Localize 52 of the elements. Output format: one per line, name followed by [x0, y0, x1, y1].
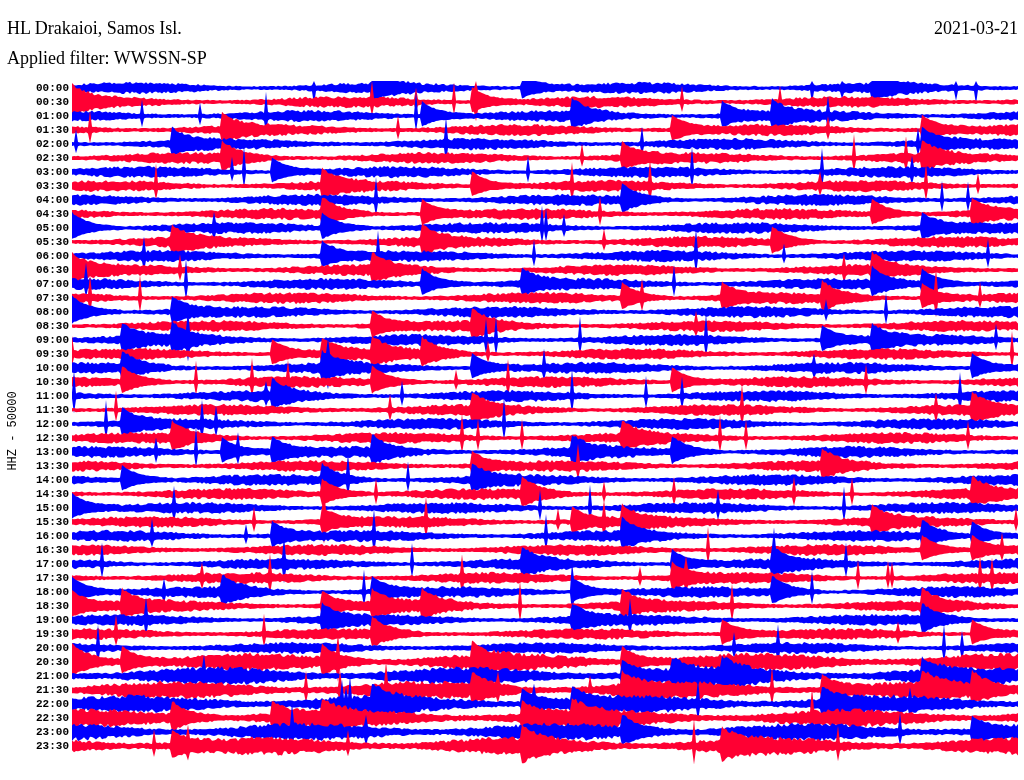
time-label: 23:30: [36, 739, 69, 753]
time-label: 16:30: [36, 543, 69, 557]
time-label: 10:30: [36, 375, 69, 389]
time-label: 11:30: [36, 403, 69, 417]
time-label: 05:00: [36, 221, 69, 235]
time-label: 00:00: [36, 81, 69, 95]
time-label: 01:30: [36, 123, 69, 137]
time-label: 07:00: [36, 277, 69, 291]
time-label: 14:00: [36, 473, 69, 487]
time-label: 05:30: [36, 235, 69, 249]
time-label: 15:00: [36, 501, 69, 515]
time-label: 19:00: [36, 613, 69, 627]
time-label: 20:00: [36, 641, 69, 655]
time-label: 23:00: [36, 725, 69, 739]
time-label: 21:00: [36, 669, 69, 683]
time-label: 07:30: [36, 291, 69, 305]
time-label: 10:00: [36, 361, 69, 375]
axis-label: HHZ - 50000: [5, 390, 21, 471]
time-label: 08:30: [36, 319, 69, 333]
time-label: 02:00: [36, 137, 69, 151]
time-label: 09:00: [36, 333, 69, 347]
time-label: 13:00: [36, 445, 69, 459]
time-label: 16:00: [36, 529, 69, 543]
time-label: 02:30: [36, 151, 69, 165]
time-label: 01:00: [36, 109, 69, 123]
time-label: 13:30: [36, 459, 69, 473]
time-label: 20:30: [36, 655, 69, 669]
time-label: 18:00: [36, 585, 69, 599]
time-label: 14:30: [36, 487, 69, 501]
time-label: 19:30: [36, 627, 69, 641]
time-label: 17:30: [36, 571, 69, 585]
time-label: 12:00: [36, 417, 69, 431]
time-label: 22:30: [36, 711, 69, 725]
time-label: 09:30: [36, 347, 69, 361]
plot-date: 2021-03-21: [934, 18, 1018, 38]
time-label: 15:30: [36, 515, 69, 529]
time-label: 06:30: [36, 263, 69, 277]
time-label: 00:30: [36, 95, 69, 109]
time-label: 22:00: [36, 697, 69, 711]
time-label: 11:00: [36, 389, 69, 403]
time-label: 04:30: [36, 207, 69, 221]
time-label: 18:30: [36, 599, 69, 613]
time-label: 04:00: [36, 193, 69, 207]
time-label: 21:30: [36, 683, 69, 697]
time-label: 08:00: [36, 305, 69, 319]
time-label: 03:00: [36, 165, 69, 179]
filter-label: Applied filter: WWSSN-SP: [7, 48, 207, 68]
time-label: 17:00: [36, 557, 69, 571]
plot-title: HL Drakaioi, Samos Isl.: [7, 18, 183, 38]
time-label: 03:30: [36, 179, 69, 193]
time-label: 06:00: [36, 249, 69, 263]
time-label: 12:30: [36, 431, 69, 445]
